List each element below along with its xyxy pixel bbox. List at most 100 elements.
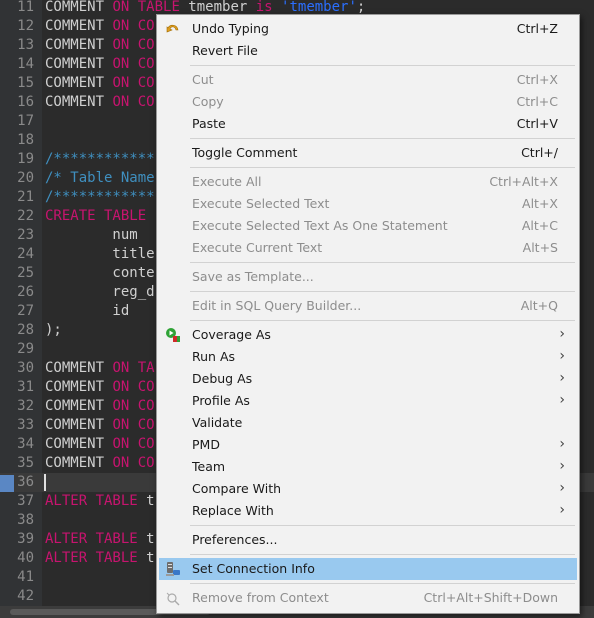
menu-item-execute-all: Execute All Ctrl+Alt+X <box>159 171 577 193</box>
line-number: 41 <box>17 569 34 585</box>
menu-item-label: PMD <box>192 437 220 452</box>
menu-item-label: Execute Selected Text <box>192 196 330 211</box>
code-text: ALTER TABLE t <box>45 530 155 549</box>
line-number: 14 <box>17 56 34 72</box>
code-token: ON CO <box>112 455 155 471</box>
code-text: /************ <box>45 150 155 169</box>
menu-item-run-as[interactable]: Run As › <box>159 346 577 368</box>
code-text: COMMENT ON TA <box>45 359 155 378</box>
menu-item-shortcut: Ctrl+Alt+Shift+Down <box>423 590 558 605</box>
menu-item-shortcut: Ctrl+/ <box>521 145 558 160</box>
code-token: COMMENT <box>45 455 113 471</box>
code-token: COMMENT <box>45 94 113 110</box>
menu-item-execute-selected-text: Execute Selected Text Alt+X <box>159 193 577 215</box>
line-number: 26 <box>17 284 34 300</box>
menu-item-shortcut: Alt+C <box>521 218 558 233</box>
line-number: 29 <box>17 341 34 357</box>
menu-item-debug-as[interactable]: Debug As › <box>159 368 577 390</box>
line-number: 27 <box>17 303 34 319</box>
code-token: /************ <box>45 189 155 205</box>
chevron-right-icon: › <box>559 458 565 474</box>
menu-separator <box>190 167 575 168</box>
code-text: COMMENT ON CO <box>45 454 155 473</box>
line-number: 42 <box>17 588 34 604</box>
menu-item-preferences[interactable]: Preferences... <box>159 529 577 551</box>
menu-item-label: Execute Selected Text As One Statement <box>192 218 448 233</box>
line-number: 21 <box>17 189 34 205</box>
menu-separator <box>190 262 575 263</box>
line-number: 34 <box>17 436 34 452</box>
menu-item-save-as-template: Save as Template... <box>159 266 577 288</box>
menu-separator <box>190 554 575 555</box>
menu-item-execute-selected-text-as-one-statement: Execute Selected Text As One Statement Al… <box>159 215 577 237</box>
code-token: title <box>45 246 155 262</box>
menu-item-label: Profile As <box>192 393 250 408</box>
menu-item-revert-file[interactable]: Revert File <box>159 40 577 62</box>
menu-item-profile-as[interactable]: Profile As › <box>159 390 577 412</box>
line-number: 22 <box>17 208 34 224</box>
code-token: id <box>45 303 130 319</box>
code-token: t <box>146 531 155 547</box>
code-token: tmember <box>188 0 256 15</box>
menu-item-compare-with[interactable]: Compare With › <box>159 478 577 500</box>
text-caret <box>44 474 46 491</box>
menu-item-label: Toggle Comment <box>192 145 298 160</box>
code-token: COMMENT <box>45 417 113 433</box>
code-token: COMMENT <box>45 398 113 414</box>
chevron-right-icon: › <box>559 326 565 342</box>
line-number: 37 <box>17 493 34 509</box>
menu-item-label: Undo Typing <box>192 21 269 36</box>
code-token: ON CO <box>112 56 155 72</box>
code-text: COMMENT ON CO <box>45 435 155 454</box>
menu-item-replace-with[interactable]: Replace With › <box>159 500 577 522</box>
menu-item-label: Remove from Context <box>192 590 329 605</box>
menu-item-set-connection-info[interactable]: Set Connection Info <box>159 558 577 580</box>
menu-item-paste[interactable]: Paste Ctrl+V <box>159 113 577 135</box>
chevron-right-icon: › <box>559 370 565 386</box>
menu-item-validate[interactable]: Validate <box>159 412 577 434</box>
line-number: 32 <box>17 398 34 414</box>
code-text: title <box>45 245 155 264</box>
line-number: 35 <box>17 455 34 471</box>
code-token: COMMENT <box>45 379 113 395</box>
code-token: ON CO <box>112 379 155 395</box>
menu-item-label: Save as Template... <box>192 269 314 284</box>
code-token: conte <box>45 265 155 281</box>
code-token: ON CO <box>112 75 155 91</box>
menu-item-label: Cut <box>192 72 214 87</box>
menu-separator <box>190 320 575 321</box>
menu-item-label: Validate <box>192 415 243 430</box>
code-token: ); <box>45 322 62 338</box>
code-text: num <box>45 226 137 245</box>
line-number: 12 <box>17 18 34 34</box>
menu-item-coverage-as[interactable]: Coverage As › <box>159 324 577 346</box>
menu-item-team[interactable]: Team › <box>159 456 577 478</box>
menu-item-undo-typing[interactable]: Undo Typing Ctrl+Z <box>159 18 577 40</box>
code-token: COMMENT <box>45 0 113 15</box>
menu-item-label: Revert File <box>192 43 258 58</box>
code-text: COMMENT ON CO <box>45 397 155 416</box>
menu-separator <box>190 291 575 292</box>
menu-item-label: Execute Current Text <box>192 240 323 255</box>
line-number: 13 <box>17 37 34 53</box>
line-number: 19 <box>17 151 34 167</box>
coverage-icon <box>165 327 181 343</box>
code-text: COMMENT ON CO <box>45 55 155 74</box>
menu-item-label: Edit in SQL Query Builder... <box>192 298 362 313</box>
code-token: reg_d <box>45 284 155 300</box>
chevron-right-icon: › <box>559 480 565 496</box>
code-token: /************ <box>45 151 155 167</box>
menu-item-shortcut: Ctrl+V <box>516 116 558 131</box>
line-number: 23 <box>17 227 34 243</box>
menu-item-pmd[interactable]: PMD › <box>159 434 577 456</box>
code-token: ALTER TABLE <box>45 531 147 547</box>
code-token: ON TABLE <box>112 0 189 15</box>
current-line-marker <box>0 475 14 492</box>
code-text: COMMENT ON CO <box>45 378 155 397</box>
code-token: COMMENT <box>45 75 113 91</box>
menu-item-remove-from-context: Remove from Context Ctrl+Alt+Shift+Down <box>159 587 577 609</box>
code-token: CREATE TABLE <box>45 208 155 224</box>
menu-item-toggle-comment[interactable]: Toggle Comment Ctrl+/ <box>159 142 577 164</box>
code-token: t <box>146 493 155 509</box>
menu-item-label: Replace With <box>192 503 274 518</box>
